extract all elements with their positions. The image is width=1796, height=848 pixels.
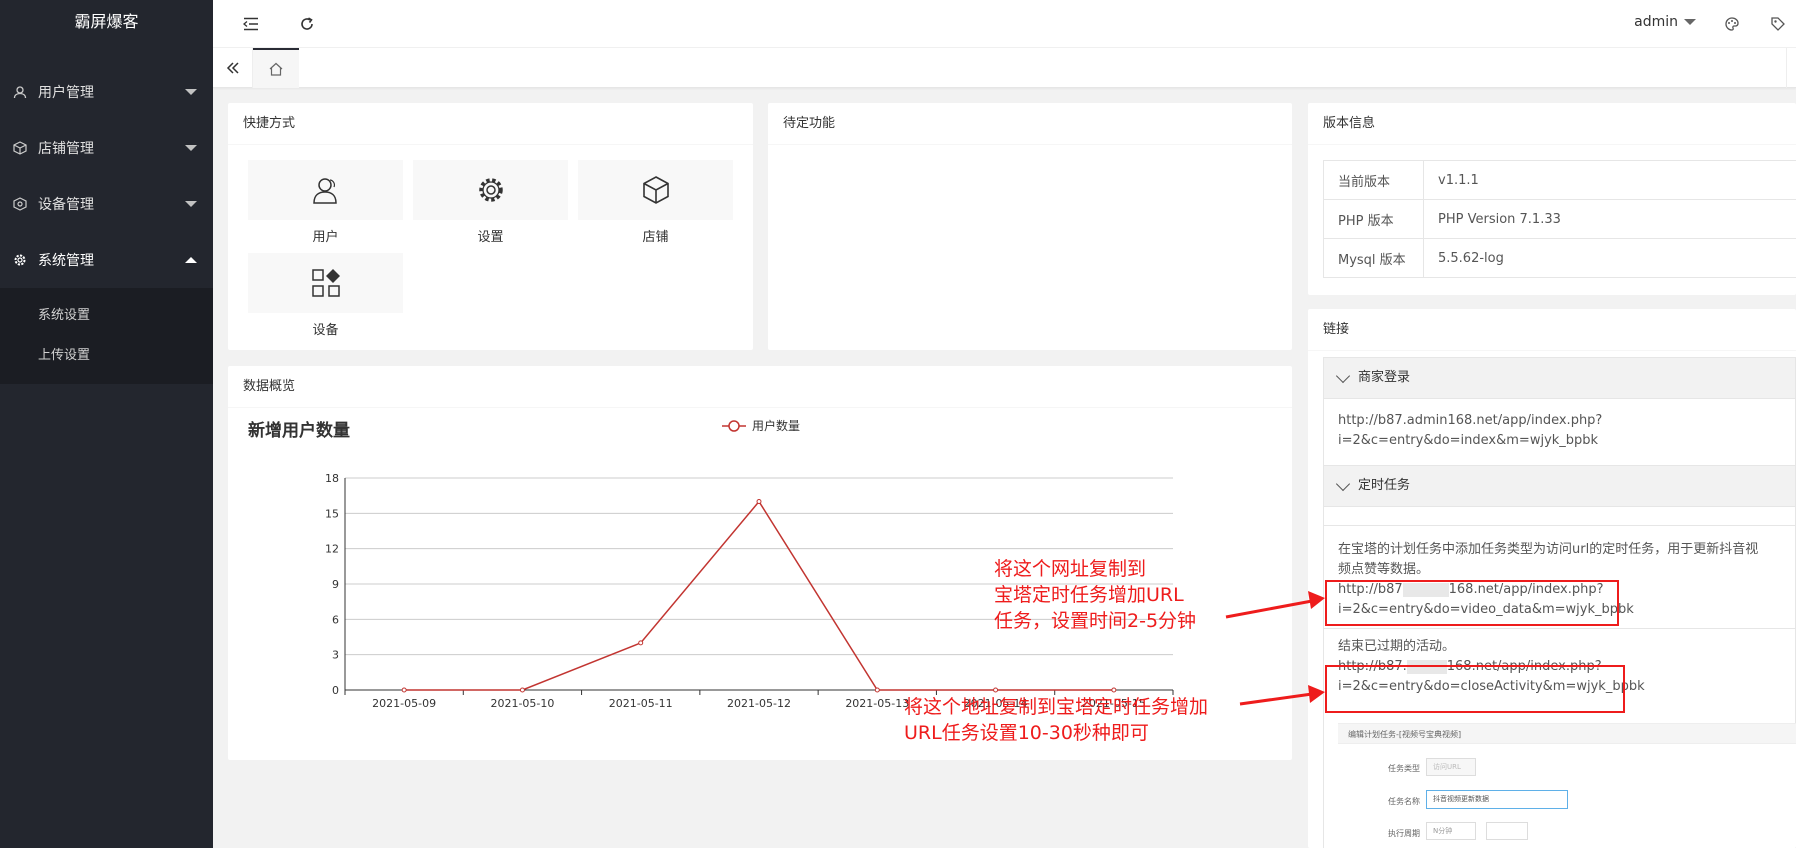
annotation-line: 宝塔定时任务增加URL: [994, 584, 1184, 606]
annotation-line: 任务，设置时间2-5分钟: [994, 610, 1197, 632]
arrow-head-icon: [1308, 591, 1325, 609]
annotation-text-1: 将这个网址复制到 宝塔定时任务增加URL 任务，设置时间2-5分钟: [994, 556, 1196, 634]
annotation-line: 将这个网址复制到: [994, 558, 1147, 580]
annotation-line: URL任务设置10-30秒种即可: [904, 722, 1149, 744]
annotation-text-2: 将这个地址复制到宝塔定时任务增加 URL任务设置10-30秒种即可: [904, 694, 1208, 746]
annotation-arrows: [1225, 591, 1325, 706]
annotation-line: 将这个地址复制到宝塔定时任务增加: [904, 696, 1209, 718]
arrow-head-icon: [1308, 685, 1325, 703]
